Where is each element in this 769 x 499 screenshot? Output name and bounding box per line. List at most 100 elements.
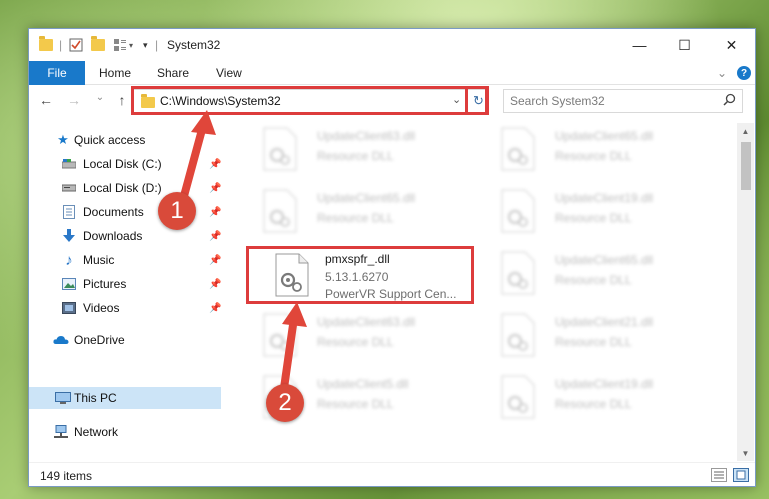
address-path: C:\Windows\System32	[160, 94, 281, 108]
file-tile[interactable]: UpdateClient63.dll Resource DLL	[261, 123, 491, 179]
search-box[interactable]: Search System32	[503, 89, 743, 113]
pin-icon: 📌	[209, 182, 222, 194]
file-description: Resource DLL	[555, 211, 632, 225]
status-bar: 149 items	[29, 462, 755, 487]
details-view-icon[interactable]	[711, 468, 727, 482]
dll-file-icon	[501, 189, 535, 233]
title-bar: | ▾ ▾ | System32 — ☐ ✕	[29, 29, 755, 61]
file-name: pmxspfr_.dll	[325, 252, 390, 266]
search-icon	[723, 93, 736, 109]
file-tile[interactable]: UpdateClient21.dll Resource DLL	[499, 309, 729, 365]
pin-icon: 📌	[209, 278, 222, 290]
pin-icon: 📌	[209, 302, 222, 314]
folder-icon	[39, 36, 53, 54]
pin-icon: 📌	[209, 206, 222, 218]
pin-icon: 📌	[209, 254, 222, 266]
address-bar[interactable]: C:\Windows\System32 ⌄	[133, 89, 489, 113]
file-tile[interactable]: UpdateClient19.dll Resource DLL	[499, 371, 729, 427]
sidebar-item-music[interactable]: ♪ Music 📌	[29, 249, 221, 271]
expand-ribbon-icon[interactable]: ⌄	[717, 66, 727, 80]
sidebar-item-label: Local Disk (C:)	[83, 157, 162, 171]
recent-locations-button[interactable]: ⌄	[91, 92, 109, 103]
close-button[interactable]: ✕	[709, 29, 754, 61]
star-icon: ★	[57, 132, 69, 147]
sidebar-item-downloads[interactable]: Downloads 📌	[29, 225, 221, 247]
refresh-button[interactable]: ↻	[467, 89, 489, 113]
file-tile[interactable]: UpdateClient65.dll Resource DLL	[499, 123, 729, 179]
file-explorer-window: | ▾ ▾ | System32 — ☐ ✕ File Home Share V…	[28, 28, 756, 487]
sidebar-item-onedrive[interactable]: OneDrive	[29, 329, 221, 351]
file-name: UpdateClient5.dll	[317, 377, 409, 391]
file-name: UpdateClient65.dll	[555, 253, 654, 267]
vertical-scrollbar[interactable]: ▲ ▼	[737, 123, 754, 461]
navigation-bar: ← → ⌄ ↑ C:\Windows\System32 ⌄ ↻ Search S…	[29, 86, 755, 116]
scroll-thumb[interactable]	[741, 142, 751, 190]
sidebar-item-this-pc[interactable]: This PC	[29, 387, 221, 409]
toolbar-dropdown-icon[interactable]: ▾	[143, 36, 148, 54]
step-1-badge: 1	[158, 192, 196, 230]
forward-button[interactable]: →	[65, 92, 83, 108]
file-description: Resource DLL	[317, 149, 394, 163]
pin-icon: 📌	[209, 158, 222, 170]
music-icon: ♪	[65, 251, 73, 269]
computer-icon	[55, 390, 71, 406]
help-icon[interactable]: ?	[737, 66, 751, 80]
file-description: Resource DLL	[555, 273, 632, 287]
step-2-badge: 2	[266, 384, 304, 422]
file-description: Resource DLL	[317, 211, 394, 225]
sidebar-item-videos[interactable]: Videos 📌	[29, 297, 221, 319]
tab-share[interactable]: Share	[157, 66, 189, 80]
new-folder-icon[interactable]	[91, 36, 105, 54]
pin-icon: 📌	[209, 230, 222, 242]
dll-file-icon	[275, 253, 309, 297]
file-name: UpdateClient21.dll	[555, 315, 654, 329]
file-list: UpdateClient63.dll Resource DLL UpdateCl…	[241, 123, 739, 459]
back-button[interactable]: ←	[37, 92, 55, 108]
sidebar-item-label: Network	[74, 425, 119, 439]
file-tile[interactable]: UpdateClient65.dll Resource DLL	[499, 247, 729, 303]
sidebar-item-network[interactable]: Network	[29, 421, 221, 443]
dll-file-icon	[263, 189, 297, 233]
large-icons-view-icon[interactable]	[733, 468, 749, 482]
file-version: 5.13.1.6270	[325, 270, 389, 284]
sidebar-item-label: Pictures	[83, 277, 127, 291]
sidebar-item-local-disk-c[interactable]: Local Disk (C:) 📌	[29, 153, 221, 175]
file-description: Resource DLL	[555, 335, 632, 349]
tab-home[interactable]: Home	[99, 66, 131, 80]
file-tile[interactable]: UpdateClient19.dll Resource DLL	[499, 185, 729, 241]
window-title: System32	[167, 38, 221, 52]
file-description: PowerVR Support Cen...	[325, 287, 457, 301]
minimize-button[interactable]: —	[617, 29, 662, 61]
file-tile-pmxspfr[interactable]: pmxspfr_.dll 5.13.1.6270 PowerVR Support…	[271, 247, 491, 305]
navigation-pane: ★ Quick access Local Disk (C:) 📌 Local D…	[29, 123, 223, 463]
separator: |	[155, 38, 159, 52]
properties-icon[interactable]	[69, 36, 83, 54]
scroll-up-icon[interactable]: ▲	[737, 123, 754, 139]
file-name: UpdateClient19.dll	[555, 377, 654, 391]
ribbon-tabs: File Home Share View ⌄ ?	[29, 61, 755, 85]
tab-view[interactable]: View	[216, 66, 242, 80]
item-count: 149 items	[40, 469, 93, 483]
customize-toolbar-icon[interactable]: ▾	[113, 36, 133, 54]
up-button[interactable]: ↑	[113, 92, 131, 108]
sidebar-item-label: Music	[83, 253, 115, 267]
drive-icon	[61, 156, 77, 172]
file-description: Resource DLL	[317, 335, 394, 349]
dll-file-icon	[263, 313, 297, 357]
scroll-down-icon[interactable]: ▼	[737, 445, 754, 461]
drive-icon	[61, 180, 77, 196]
search-input[interactable]: Search System32	[510, 94, 605, 108]
sidebar-item-quick-access[interactable]: ★ Quick access	[29, 129, 221, 151]
sidebar-item-local-disk-d[interactable]: Local Disk (D:) 📌	[29, 177, 221, 199]
address-dropdown-icon[interactable]: ⌄	[452, 93, 461, 106]
network-icon	[53, 424, 69, 440]
sidebar-item-pictures[interactable]: Pictures 📌	[29, 273, 221, 295]
sidebar-item-label: Quick access	[74, 133, 146, 147]
tab-file[interactable]: File	[29, 61, 85, 85]
maximize-button[interactable]: ☐	[662, 29, 707, 61]
file-tile[interactable]: UpdateClient65.dll Resource DLL	[261, 185, 491, 241]
file-name: UpdateClient65.dll	[317, 191, 416, 205]
dll-file-icon	[501, 127, 535, 171]
videos-icon	[61, 300, 77, 316]
file-tile[interactable]: UpdateClient63.dll Resource DLL	[261, 309, 491, 365]
